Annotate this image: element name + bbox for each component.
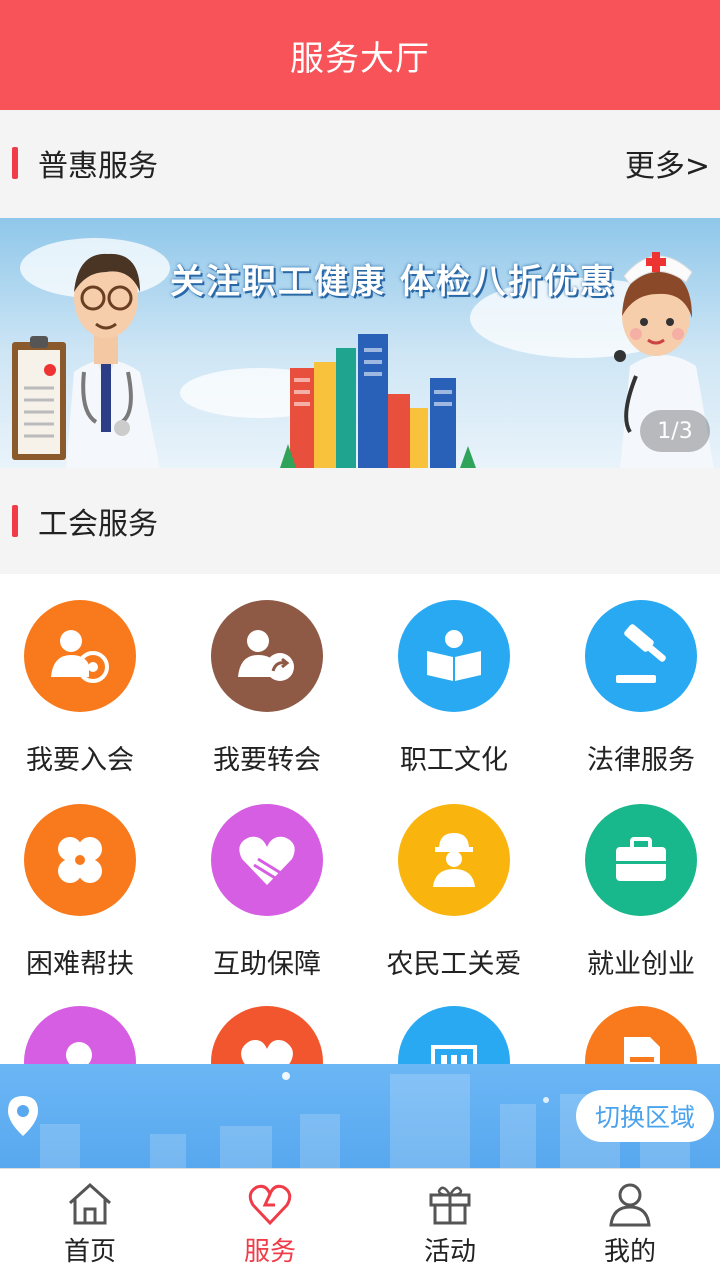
tab-label: 首页 (63, 1237, 116, 1267)
reading-icon (398, 600, 510, 712)
section-title-puhui: 普惠服务 (38, 149, 158, 184)
bottom-tab-bar: 首页 服务 活动 我的 (0, 1168, 720, 1280)
service-label: 我要入会 (26, 745, 134, 776)
briefcase-icon (585, 804, 697, 916)
heart-outline-icon (248, 1184, 292, 1226)
gift-icon (429, 1186, 471, 1225)
tab-home[interactable]: 首页 (0, 1169, 180, 1280)
city-illustration (280, 334, 476, 468)
section-accent-bar (12, 147, 18, 179)
service-label: 法律服务 (587, 745, 695, 776)
service-label: 职工文化 (400, 745, 508, 776)
service-label: 就业创业 (587, 949, 695, 980)
more-link[interactable]: 更多> (625, 141, 710, 185)
banner-pager: 1/3 (640, 410, 710, 452)
service-label: 农民工关爱 (386, 949, 522, 980)
tab-mine[interactable]: 我的 (540, 1169, 720, 1280)
promo-banner[interactable]: 关注职工健康 体检八折优惠 1/3 (0, 218, 720, 468)
gavel-icon (585, 600, 697, 712)
section-header-puhui: 普惠服务 更多> (0, 110, 720, 216)
service-label: 我要转会 (213, 745, 321, 776)
doctor-illustration (12, 253, 160, 468)
user-icon (609, 1183, 651, 1227)
clover-icon (24, 804, 136, 916)
location-pin-icon[interactable] (6, 1094, 40, 1138)
tab-activity[interactable]: 活动 (360, 1169, 540, 1280)
tab-label: 我的 (603, 1237, 656, 1267)
service-grid: 我要入会 我要转会 职工文化 法律服务 困难帮扶 互助保障 农民工关爱 就业创业 (0, 574, 720, 1074)
switch-region-button[interactable]: 切换区域 (576, 1090, 714, 1142)
service-item-join[interactable]: 我要入会 (0, 600, 170, 777)
section-header-gonghui: 工会服务 (0, 468, 720, 574)
service-item-legal[interactable]: 法律服务 (551, 600, 720, 777)
heart-hand-icon (211, 804, 323, 916)
member-transfer-icon (211, 600, 323, 712)
service-item-employment[interactable]: 就业创业 (551, 804, 720, 981)
region-strip: 切换区域 (0, 1064, 720, 1168)
tab-label: 活动 (423, 1237, 476, 1267)
page-title: 服务大厅 (290, 38, 430, 79)
tab-service[interactable]: 服务 (180, 1169, 360, 1280)
worker-icon (398, 804, 510, 916)
member-join-icon (24, 600, 136, 712)
service-label: 互助保障 (213, 949, 321, 980)
section-title-gonghui: 工会服务 (38, 507, 158, 542)
banner-headline: 关注职工健康 体检八折优惠 (170, 262, 616, 302)
service-item-assistance[interactable]: 困难帮扶 (0, 804, 170, 981)
service-item-transfer[interactable]: 我要转会 (177, 600, 357, 777)
service-item-mutual-aid[interactable]: 互助保障 (177, 804, 357, 981)
section-accent-bar (12, 505, 18, 537)
tab-label: 服务 (243, 1237, 296, 1267)
service-label: 困难帮扶 (26, 949, 134, 980)
service-item-migrant-care[interactable]: 农民工关爱 (364, 804, 544, 981)
top-header: 服务大厅 (0, 0, 720, 110)
home-icon (68, 1182, 112, 1225)
service-item-culture[interactable]: 职工文化 (364, 600, 544, 777)
